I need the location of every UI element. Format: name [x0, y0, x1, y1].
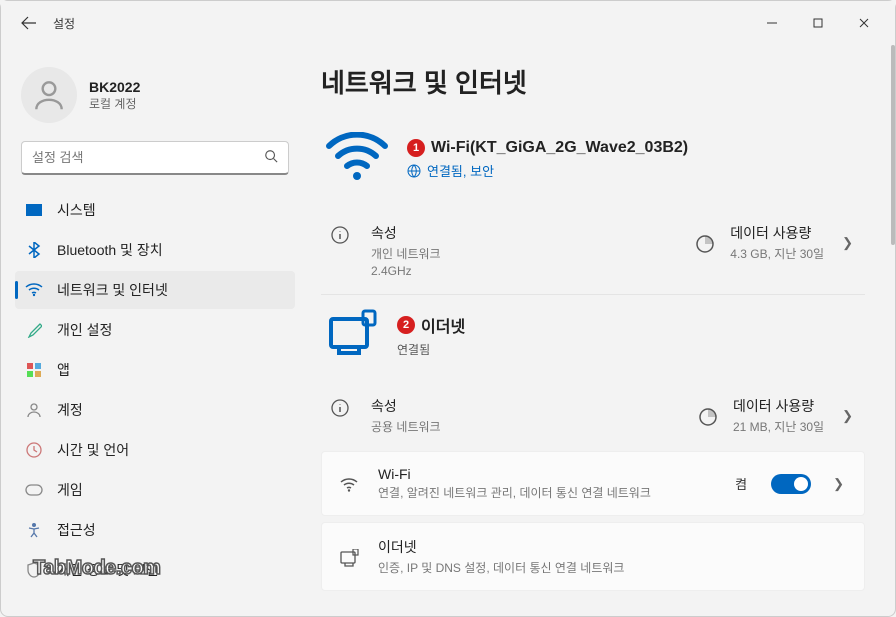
- annotation-badge-1: 1: [407, 139, 425, 157]
- sidebar-item-accessibility[interactable]: 접근성: [15, 511, 295, 549]
- minimize-button[interactable]: [749, 7, 795, 39]
- chevron-right-icon[interactable]: ❯: [829, 472, 848, 496]
- toggle-label: 켬: [735, 474, 747, 493]
- sidebar-item-accounts[interactable]: 계정: [15, 391, 295, 429]
- game-icon: [25, 481, 43, 499]
- person-icon: [25, 401, 43, 419]
- chevron-right-icon[interactable]: ❯: [838, 404, 857, 428]
- search-box[interactable]: [21, 141, 289, 175]
- avatar: [21, 67, 77, 123]
- wifi-icon: [25, 281, 43, 299]
- apps-icon: [25, 361, 43, 379]
- nav-label: 앱: [57, 360, 70, 380]
- usage-sub: 4.3 GB, 지난 30일: [730, 245, 824, 262]
- ethernet-status: 연결됨: [397, 341, 465, 358]
- nav-label: 네트워크 및 인터넷: [57, 280, 168, 300]
- card-title: 이더넷: [378, 537, 848, 557]
- page-title: 네트워크 및 인터넷: [321, 63, 865, 100]
- card-sub: 연결, 알려진 네트워크 관리, 데이터 통신 연결 네트워크: [378, 484, 698, 501]
- maximize-icon: [813, 18, 823, 28]
- close-icon: [859, 18, 869, 28]
- window-controls: [749, 7, 887, 39]
- search-icon: [264, 149, 278, 166]
- wifi-status: 연결됨, 보안: [427, 161, 494, 180]
- usage-label: 데이터 사용량: [733, 396, 814, 416]
- props-sub2: 2.4GHz: [371, 264, 441, 278]
- user-icon: [30, 76, 68, 114]
- nav-label: 접근성: [57, 520, 96, 540]
- nav-label: 게임: [57, 480, 83, 500]
- user-info: BK2022 로컬 계정: [89, 79, 140, 112]
- user-account-block[interactable]: BK2022 로컬 계정: [9, 53, 301, 141]
- accessibility-icon: [25, 521, 43, 539]
- card-title: Wi-Fi: [378, 466, 717, 482]
- usage-sub: 21 MB, 지난 30일: [733, 418, 824, 435]
- annotation-badge-2: 2: [397, 316, 415, 334]
- wifi-connection-hero: 1 Wi-Fi(KT_GiGA_2G_Wave2_03B2) 연결됨, 보안: [321, 124, 865, 207]
- wifi-info-row: 속성 개인 네트워크 2.4GHz 데이터 사용량 4.3 GB, 지난 30일…: [321, 207, 865, 295]
- ethernet-connection-hero: 2 이더넷 연결됨: [321, 295, 865, 380]
- nav-label: 시간 및 언어: [57, 440, 129, 460]
- nav-label: 계정: [57, 400, 83, 420]
- sidebar-item-network[interactable]: 네트워크 및 인터넷: [15, 271, 295, 309]
- arrow-left-icon: [21, 15, 37, 31]
- system-icon: [25, 201, 43, 219]
- sidebar-item-gaming[interactable]: 게임: [15, 471, 295, 509]
- wifi-data-usage[interactable]: 데이터 사용량 4.3 GB, 지난 30일: [730, 223, 824, 262]
- card-sub: 인증, IP 및 DNS 설정, 데이터 통신 연결 네트워크: [378, 559, 698, 576]
- sidebar-item-bluetooth[interactable]: Bluetooth 및 장치: [15, 231, 295, 269]
- nav-label: Bluetooth 및 장치: [57, 240, 163, 260]
- globe-icon: [407, 164, 421, 178]
- sidebar-item-apps[interactable]: 앱: [15, 351, 295, 389]
- ethernet-settings-card[interactable]: 이더넷 인증, IP 및 DNS 설정, 데이터 통신 연결 네트워크: [321, 522, 865, 591]
- usage-label: 데이터 사용량: [730, 223, 811, 243]
- minimize-icon: [767, 18, 777, 28]
- main-content: 네트워크 및 인터넷 1 Wi-Fi(KT_GiGA_2G_Wave2_03B2…: [301, 45, 895, 616]
- nav-label: 개인 설정: [57, 320, 112, 340]
- close-button[interactable]: [841, 7, 887, 39]
- sidebar-item-time-language[interactable]: 시간 및 언어: [15, 431, 295, 469]
- scrollbar[interactable]: [891, 45, 895, 245]
- back-button[interactable]: [9, 5, 49, 41]
- ethernet-data-usage[interactable]: 데이터 사용량 21 MB, 지난 30일: [733, 396, 824, 435]
- watermark: TabMode.com: [33, 557, 160, 580]
- nav-label: 시스템: [57, 200, 96, 220]
- data-usage-icon: [694, 232, 716, 254]
- user-name: BK2022: [89, 79, 140, 95]
- wifi-properties[interactable]: 속성 개인 네트워크 2.4GHz: [371, 223, 441, 278]
- ethernet-icon-large: [325, 309, 379, 362]
- info-icon: [329, 223, 351, 245]
- nav-list: 시스템 Bluetooth 및 장치 네트워크 및 인터넷 개인 설정 앱 계정: [9, 191, 301, 589]
- info-icon: [329, 396, 351, 418]
- sidebar: BK2022 로컬 계정 시스템 Bluetooth 및 장치 네트워크 및 인…: [1, 45, 301, 616]
- maximize-button[interactable]: [795, 7, 841, 39]
- props-sub1: 개인 네트워크: [371, 245, 441, 262]
- wifi-icon: [338, 475, 360, 493]
- clock-icon: [25, 441, 43, 459]
- bluetooth-icon: [25, 241, 43, 259]
- search-input[interactable]: [32, 150, 264, 165]
- props-label: 속성: [371, 223, 441, 243]
- ethernet-properties[interactable]: 속성 공용 네트워크: [371, 396, 441, 435]
- wifi-icon-large: [325, 132, 389, 187]
- ethernet-name: 이더넷: [421, 313, 465, 337]
- data-usage-icon: [697, 405, 719, 427]
- props-label: 속성: [371, 396, 441, 416]
- wifi-network-name: Wi-Fi(KT_GiGA_2G_Wave2_03B2): [431, 139, 688, 157]
- ethernet-info-row: 속성 공용 네트워크 데이터 사용량 21 MB, 지난 30일 ❯: [321, 380, 865, 451]
- ethernet-icon: [338, 547, 360, 567]
- user-subtitle: 로컬 계정: [89, 95, 140, 112]
- sidebar-item-personalization[interactable]: 개인 설정: [15, 311, 295, 349]
- chevron-right-icon[interactable]: ❯: [838, 231, 857, 255]
- sidebar-item-system[interactable]: 시스템: [15, 191, 295, 229]
- brush-icon: [25, 321, 43, 339]
- wifi-settings-card[interactable]: Wi-Fi 연결, 알려진 네트워크 관리, 데이터 통신 연결 네트워크 켬 …: [321, 451, 865, 516]
- wifi-toggle[interactable]: [771, 474, 811, 494]
- app-title: 설정: [53, 15, 75, 32]
- titlebar: 설정: [1, 1, 895, 45]
- props-sub: 공용 네트워크: [371, 418, 441, 435]
